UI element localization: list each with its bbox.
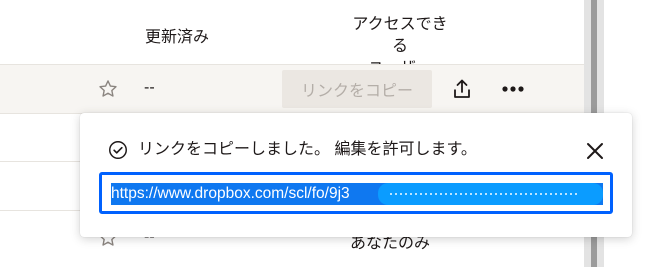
updated-value: -- [144, 79, 155, 96]
link-text: https://www.dropbox.com/scl/fo/9j3 [111, 185, 350, 202]
more-icon[interactable] [498, 75, 528, 103]
copy-link-button[interactable]: リンクをコピー [282, 70, 432, 108]
table-row[interactable]: -- リンクをコピー [0, 64, 584, 114]
redacted-link-part [378, 183, 603, 205]
column-header-updated[interactable]: 更新済み [145, 27, 209, 49]
check-circle-icon [107, 139, 129, 161]
shared-link-field[interactable]: https://www.dropbox.com/scl/fo/9j3 [99, 172, 613, 214]
close-icon[interactable] [583, 139, 607, 163]
star-icon[interactable] [97, 78, 119, 100]
link-selection[interactable]: https://www.dropbox.com/scl/fo/9j3 [111, 183, 603, 205]
copy-link-popover: リンクをコピーしました。 編集を許可します。 https://www.dropb… [80, 113, 632, 237]
share-icon[interactable] [448, 75, 476, 103]
popover-message: リンクをコピーしました。 編集を許可します。 [138, 141, 477, 158]
